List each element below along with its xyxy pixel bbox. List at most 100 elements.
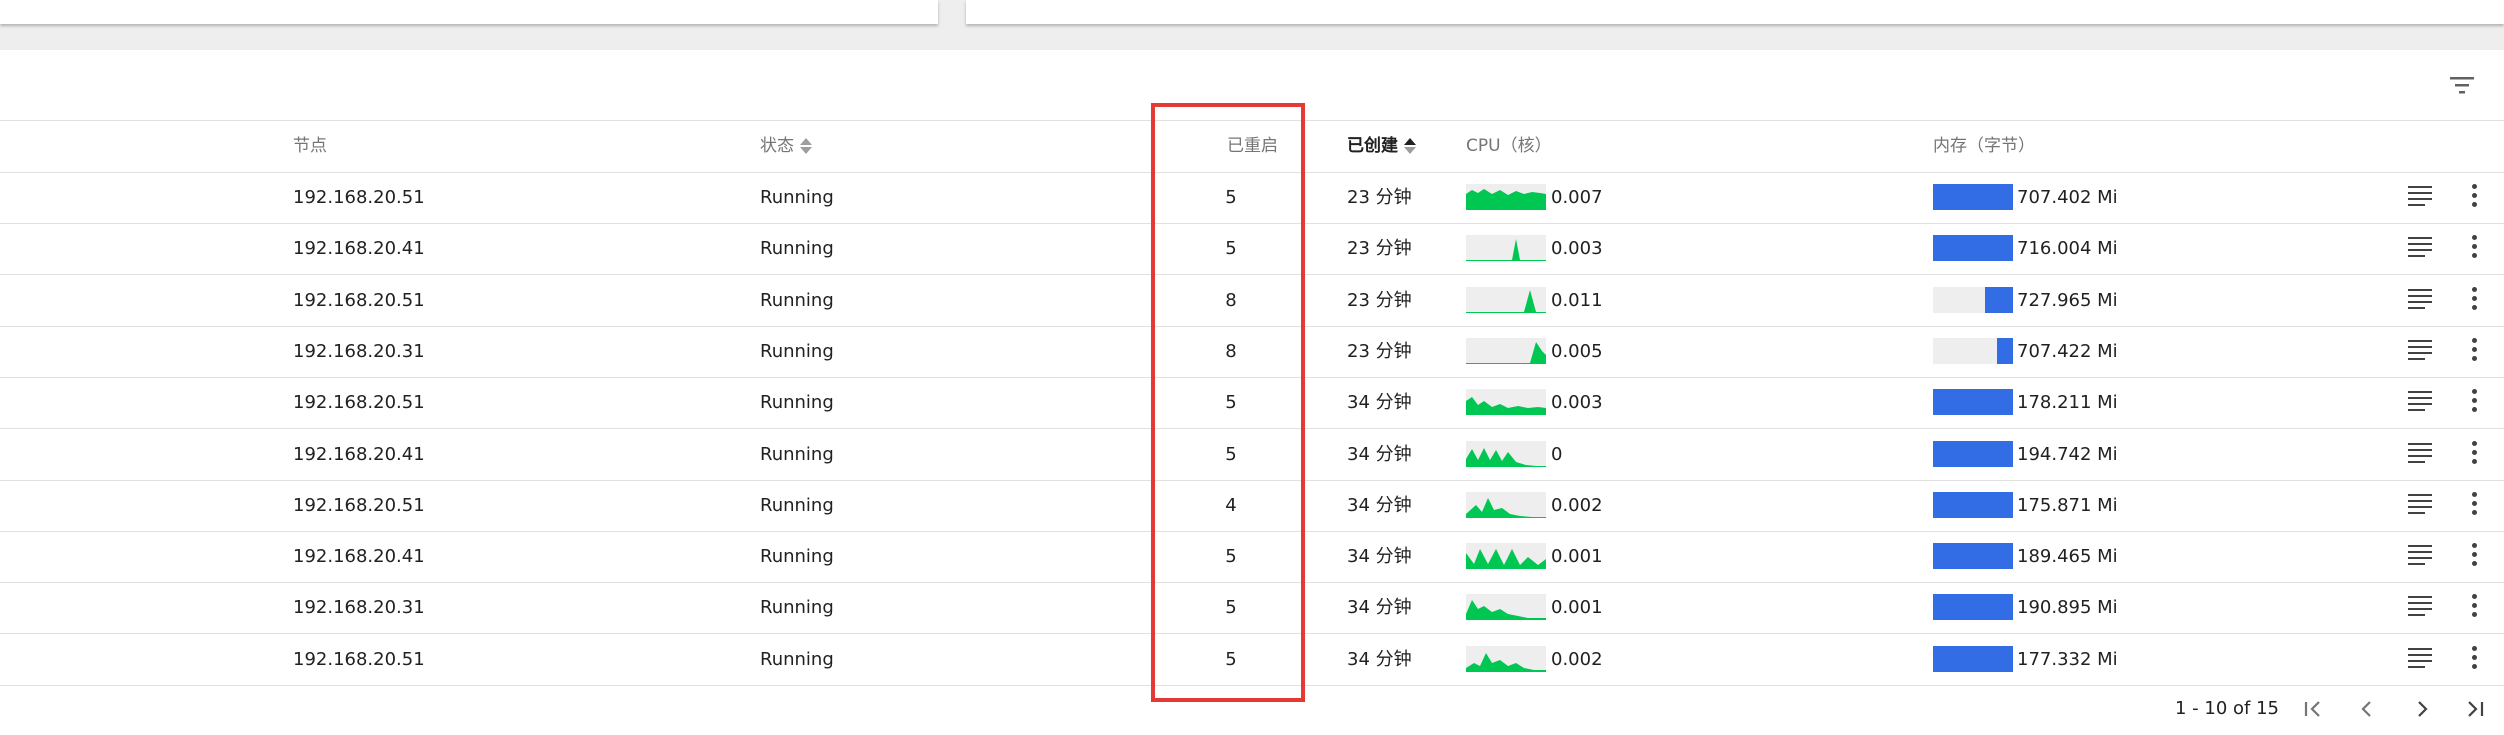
table-row[interactable]: 192.168.20.51 Running 8 23 分钟 0.011 727.965 M… (0, 275, 2504, 327)
created-age: 34 分钟 (1347, 597, 1412, 619)
pagination-range: 1 - 10 of 15 (2175, 698, 2279, 719)
memory-value: 189.465 Mi (2017, 546, 2118, 568)
header-cpu: CPU（核） (1466, 136, 1552, 156)
table-row[interactable]: 192.168.20.41 Running 5 34 分钟 0 194.742 Mi (0, 429, 2504, 481)
restart-count: 8 (1225, 289, 1237, 311)
cpu-value: 0.002 (1551, 648, 1603, 670)
more-vert-icon[interactable] (2462, 440, 2486, 467)
table-row[interactable]: 192.168.20.51 Running 5 23 分钟 0.007 707.402 M… (0, 172, 2504, 224)
filter-list-icon[interactable] (2448, 74, 2476, 96)
created-age: 34 分钟 (1347, 648, 1412, 670)
logs-icon[interactable] (2408, 442, 2432, 465)
node-address[interactable]: 192.168.20.51 (293, 377, 425, 428)
cpu-sparkline (1466, 543, 1546, 570)
memory-value: 727.965 Mi (2017, 289, 2118, 311)
created-age: 23 分钟 (1347, 238, 1412, 260)
chevron-left-icon (2361, 701, 2371, 717)
status-text: Running (760, 443, 834, 465)
more-vert-icon[interactable] (2462, 543, 2486, 569)
table-row[interactable]: 192.168.20.51 Running 4 34 分钟 0.002 175.871 M… (0, 480, 2504, 532)
memory-bar-fill (1985, 286, 2013, 313)
table-row[interactable]: 192.168.20.41 Running 5 23 分钟 0.003 716.004 M… (0, 223, 2504, 276)
memory-value: 716.004 Mi (2017, 238, 2118, 260)
cpu-sparkline (1466, 235, 1546, 262)
memory-bar-fill (1933, 594, 2013, 621)
more-vert-icon[interactable] (2462, 235, 2486, 261)
cpu-value: 0.003 (1551, 238, 1603, 260)
logs-icon[interactable] (2408, 186, 2432, 208)
node-address[interactable]: 192.168.20.41 (293, 531, 425, 582)
node-address[interactable]: 192.168.20.31 (293, 326, 425, 377)
more-vert-icon[interactable] (2462, 389, 2486, 415)
cpu-sparkline (1466, 389, 1546, 416)
last-page-icon (2468, 701, 2484, 717)
cpu-sparkline (1466, 337, 1546, 364)
status-text: Running (760, 187, 834, 208)
status-text: Running (760, 648, 834, 670)
logs-icon[interactable] (2408, 647, 2432, 670)
restart-count: 5 (1225, 392, 1237, 414)
more-vert-icon[interactable] (2462, 337, 2486, 364)
last-page-button[interactable] (2460, 695, 2490, 723)
restart-count: 5 (1225, 648, 1237, 670)
logs-icon[interactable] (2408, 545, 2432, 567)
more-vert-icon[interactable] (2462, 491, 2486, 518)
status-text: Running (760, 546, 834, 568)
memory-bar-fill (1933, 389, 2013, 416)
memory-value: 194.742 Mi (2017, 443, 2118, 465)
table-row[interactable]: 192.168.20.51 Running 5 34 分钟 0.002 177.332 M… (0, 634, 2504, 686)
memory-value: 178.211 Mi (2017, 392, 2118, 414)
memory-bar (1933, 184, 2013, 210)
created-age: 34 分钟 (1347, 392, 1412, 414)
cpu-sparkline (1466, 491, 1546, 518)
logs-icon[interactable] (2408, 237, 2432, 259)
logs-icon[interactable] (2408, 391, 2432, 413)
restart-count: 4 (1225, 494, 1237, 516)
memory-bar (1933, 491, 2013, 518)
table-row[interactable]: 192.168.20.31 Running 5 34 分钟 0.001 190.895 M… (0, 582, 2504, 635)
node-address[interactable]: 192.168.20.41 (293, 429, 425, 480)
next-page-button[interactable] (2407, 695, 2437, 723)
pods-table-card: 节点 状态 已重启 已创建 CPU（核） 内存（字节） 192.168.20.5… (0, 50, 2504, 735)
memory-value: 177.332 Mi (2017, 648, 2118, 670)
logs-icon[interactable] (2408, 288, 2432, 311)
more-vert-icon[interactable] (2462, 645, 2486, 672)
cpu-value: 0.005 (1551, 340, 1603, 362)
logs-icon[interactable] (2408, 596, 2432, 618)
created-age: 23 分钟 (1347, 340, 1412, 362)
restart-count: 5 (1225, 238, 1237, 260)
table-row[interactable]: 192.168.20.51 Running 5 34 分钟 0.003 178.211 M… (0, 377, 2504, 430)
more-vert-icon[interactable] (2462, 594, 2486, 620)
previous-page-button[interactable] (2352, 695, 2382, 723)
more-vert-icon[interactable] (2462, 286, 2486, 313)
memory-bar (1933, 286, 2013, 313)
header-status[interactable]: 状态 (760, 121, 812, 172)
more-vert-icon[interactable] (2462, 184, 2486, 210)
memory-bar-fill (1933, 184, 2013, 210)
first-page-icon (2304, 701, 2320, 717)
top-card-right (966, 0, 2504, 24)
created-age: 23 分钟 (1347, 289, 1412, 311)
header-restarts: 已重启 (1227, 136, 1278, 156)
memory-value: 707.402 Mi (2017, 187, 2118, 208)
node-address[interactable]: 192.168.20.31 (293, 582, 425, 633)
cpu-sparkline (1466, 594, 1546, 621)
restart-count: 5 (1225, 187, 1237, 208)
header-created[interactable]: 已创建 (1347, 121, 1416, 172)
table-row[interactable]: 192.168.20.41 Running 5 34 分钟 0.001 189.465 M… (0, 531, 2504, 584)
cpu-value: 0.011 (1551, 289, 1603, 311)
logs-icon[interactable] (2408, 339, 2432, 362)
memory-bar (1933, 440, 2013, 467)
node-address[interactable]: 192.168.20.51 (293, 480, 425, 531)
memory-bar-fill (1997, 337, 2013, 364)
node-address[interactable]: 192.168.20.51 (293, 634, 425, 685)
node-address[interactable]: 192.168.20.51 (293, 172, 425, 223)
node-address[interactable]: 192.168.20.51 (293, 275, 425, 326)
node-address[interactable]: 192.168.20.41 (293, 223, 425, 274)
logs-icon[interactable] (2408, 493, 2432, 516)
memory-bar (1933, 389, 2013, 416)
table-row[interactable]: 192.168.20.31 Running 8 23 分钟 0.005 707.422 M… (0, 326, 2504, 378)
first-page-button[interactable] (2298, 695, 2328, 723)
memory-value: 707.422 Mi (2017, 340, 2118, 362)
table-header-row: 节点 状态 已重启 已创建 CPU（核） 内存（字节） (0, 121, 2504, 173)
